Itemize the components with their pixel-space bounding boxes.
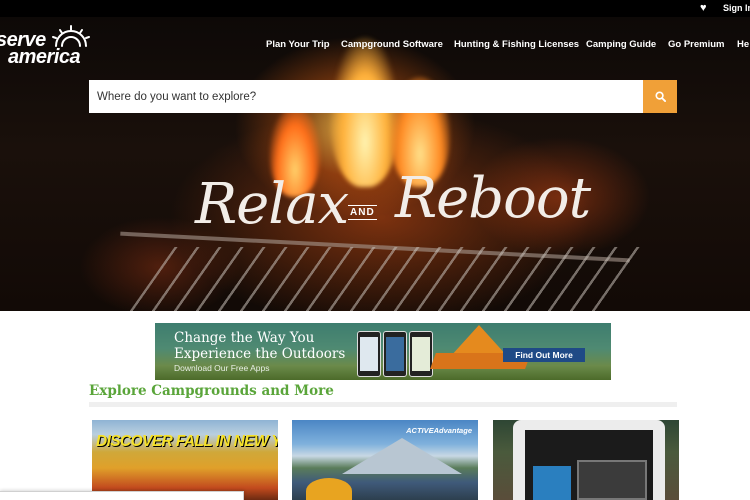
search-box	[89, 80, 644, 113]
search-button[interactable]	[643, 80, 677, 113]
heart-icon[interactable]: ♥	[700, 1, 707, 15]
ad-headline-line1: Change the Way You	[174, 330, 315, 346]
section-divider	[89, 402, 677, 407]
sign-in-link[interactable]: Sign In	[723, 2, 750, 14]
nav-item-licenses[interactable]: Hunting & Fishing Licenses	[454, 38, 579, 52]
tent-image	[306, 478, 352, 500]
card-car-camping[interactable]	[493, 420, 679, 500]
card-discover-fall[interactable]: DISCOVER FALL IN NEW YORK	[92, 420, 278, 500]
hero-title: Relax AND Reboot	[195, 166, 591, 260]
storage-bin-image	[577, 460, 647, 500]
phone-image	[357, 331, 381, 377]
nav-item-go-premium[interactable]: Go Premium	[668, 38, 725, 52]
app-ad-banner[interactable]: Change the Way You Experience the Outdoo…	[155, 323, 611, 380]
hero-title-relax: Relax	[195, 172, 349, 237]
phone-image	[409, 331, 433, 377]
hero-title-reboot: Reboot	[395, 166, 591, 231]
hero-title-and: AND	[348, 205, 377, 220]
top-utility-bar: ♥ Sign In	[0, 0, 750, 17]
phone-image	[383, 331, 407, 377]
nav-item-plan-your-trip[interactable]: Plan Your Trip	[266, 38, 330, 52]
search-icon	[654, 91, 666, 102]
hero-banner	[0, 17, 750, 311]
find-out-more-button[interactable]: Find Out More	[503, 348, 585, 362]
card-brand: ACTIVEAdvantage	[406, 426, 472, 435]
card-headline: DISCOVER FALL IN NEW YORK	[96, 433, 278, 450]
nav-item-help[interactable]: He	[737, 38, 749, 52]
nav-item-camping-guide[interactable]: Camping Guide	[586, 38, 656, 52]
section-title: Explore Campgrounds and More	[89, 383, 334, 399]
card-active-advantage[interactable]: ACTIVEAdvantage	[292, 420, 478, 500]
ad-headline-line2: Experience the Outdoors	[174, 346, 346, 362]
storage-bin-image	[533, 466, 571, 500]
mountain-image	[342, 438, 462, 474]
ad-subline: Download Our Free Apps	[174, 363, 270, 373]
nav-item-campground-software[interactable]: Campground Software	[341, 38, 443, 52]
search-input[interactable]	[89, 80, 644, 113]
main-nav: Plan Your Trip Campground Software Hunti…	[0, 38, 750, 52]
bottom-floating-bar[interactable]	[0, 491, 244, 500]
